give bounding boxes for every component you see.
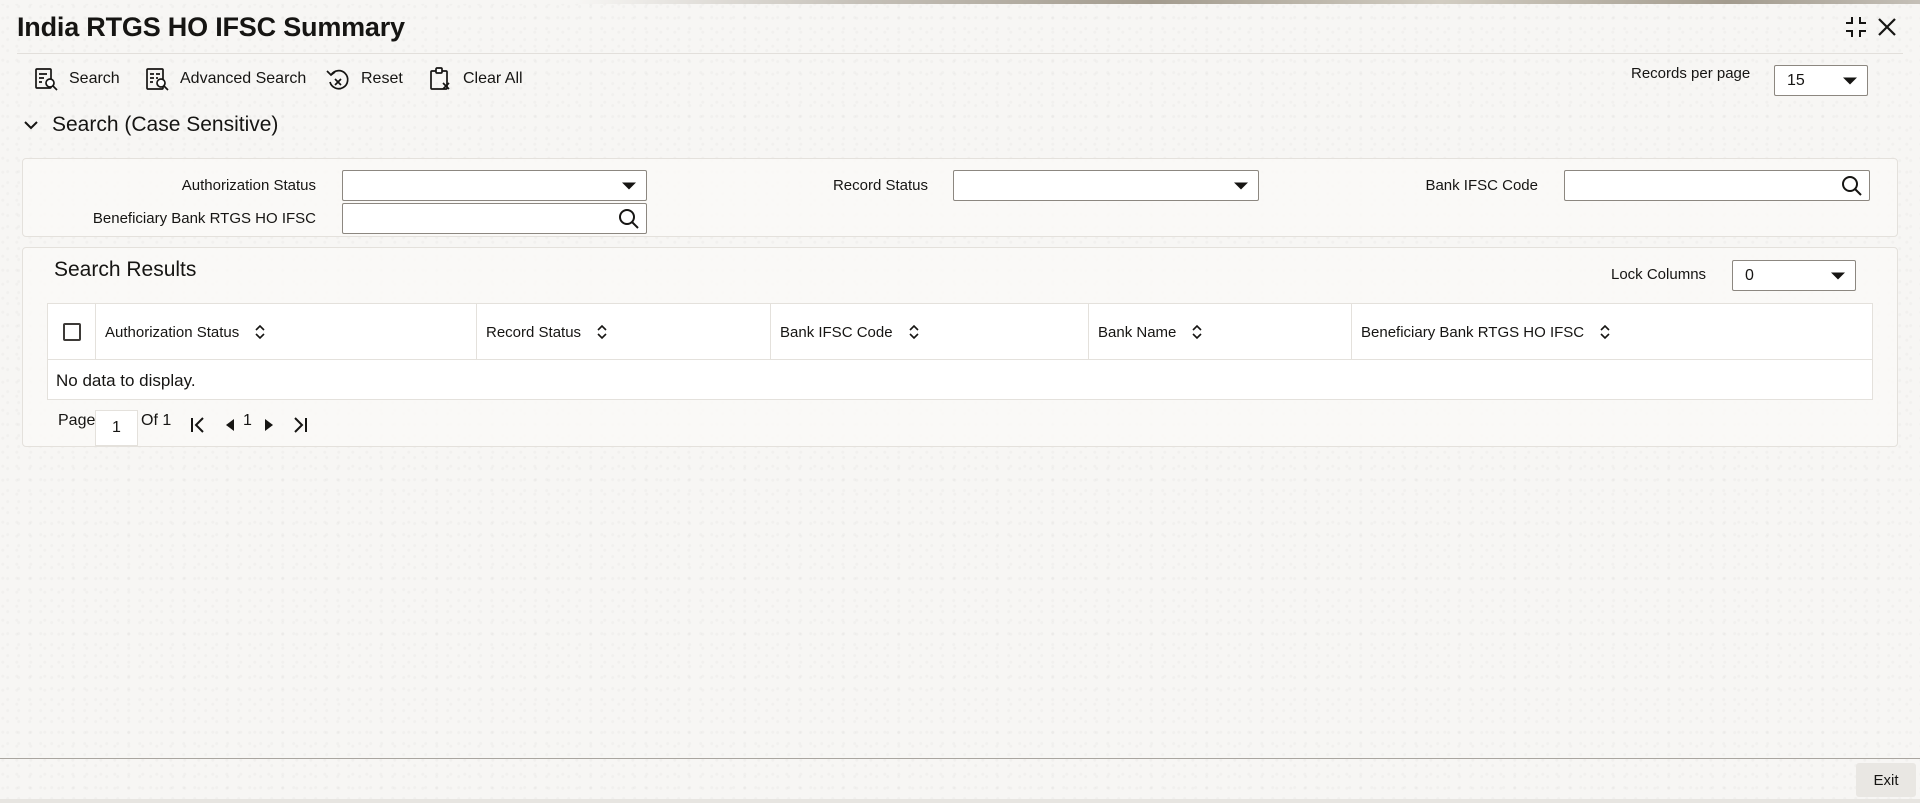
sort-icon[interactable] [907, 323, 921, 341]
search-section-title: Search (Case Sensitive) [52, 113, 279, 136]
footer-divider [0, 758, 1920, 759]
authorization-status-select[interactable] [342, 170, 647, 201]
header-decoration-strip [0, 0, 1920, 4]
column-header-record-status[interactable]: Record Status [476, 304, 770, 360]
page-label: Page [58, 412, 96, 429]
reset-button-label: Reset [361, 70, 403, 87]
sort-icon[interactable] [1598, 323, 1612, 341]
search-form-icon [33, 66, 59, 92]
title-divider [17, 53, 1903, 54]
column-header-bank-ifsc-code[interactable]: Bank IFSC Code [770, 304, 1088, 360]
page-title: India RTGS HO IFSC Summary [17, 12, 405, 42]
current-page-indicator: 1 [243, 412, 252, 429]
page-number-input[interactable]: 1 [95, 410, 138, 446]
column-header-bank-name[interactable]: Bank Name [1088, 304, 1351, 360]
beneficiary-bank-label: Beneficiary Bank RTGS HO IFSC [92, 210, 316, 227]
lock-columns-select[interactable]: 0 [1732, 260, 1856, 291]
chevron-down-icon [24, 121, 38, 130]
footer-strip [0, 799, 1920, 803]
clear-all-icon [427, 66, 453, 92]
bank-ifsc-code-label: Bank IFSC Code [1425, 177, 1538, 194]
column-label: Record Status [486, 323, 582, 341]
records-per-page-select[interactable]: 15 [1774, 65, 1868, 96]
authorization-status-label: Authorization Status [181, 177, 316, 194]
search-button-label: Search [69, 70, 120, 87]
column-label: Bank IFSC Code [780, 323, 893, 341]
records-per-page-value: 15 [1787, 71, 1805, 89]
column-label: Authorization Status [105, 323, 240, 341]
page-count-label: Of 1 [141, 412, 172, 429]
sort-icon[interactable] [1190, 323, 1204, 341]
records-per-page-label: Records per page [1631, 65, 1751, 82]
advanced-search-icon [144, 66, 170, 92]
record-status-label: Record Status [832, 177, 928, 194]
search-results-title: Search Results [54, 258, 197, 281]
close-icon[interactable] [1874, 14, 1900, 40]
first-page-icon[interactable] [187, 414, 209, 436]
search-icon[interactable] [617, 207, 641, 231]
record-status-select[interactable] [953, 170, 1259, 201]
column-header-beneficiary-bank[interactable]: Beneficiary Bank RTGS HO IFSC [1351, 304, 1872, 360]
sort-icon[interactable] [253, 323, 267, 341]
column-label: Beneficiary Bank RTGS HO IFSC [1361, 323, 1585, 341]
search-button[interactable]: Search [33, 64, 120, 94]
advanced-search-button[interactable]: Advanced Search [144, 64, 306, 94]
sort-icon[interactable] [595, 323, 609, 341]
lock-columns-value: 0 [1745, 266, 1754, 284]
bank-ifsc-code-field[interactable] [1564, 170, 1870, 201]
clear-all-button[interactable]: Clear All [427, 64, 523, 94]
next-page-icon[interactable] [258, 414, 280, 436]
beneficiary-bank-field[interactable] [342, 203, 647, 234]
last-page-icon[interactable] [289, 414, 311, 436]
lock-columns-label: Lock Columns [1611, 266, 1707, 283]
clear-all-button-label: Clear All [463, 70, 523, 87]
column-header-authorization-status[interactable]: Authorization Status [95, 304, 476, 360]
advanced-search-button-label: Advanced Search [180, 70, 307, 87]
previous-page-icon[interactable] [219, 414, 241, 436]
table-header: Authorization Status Record Status Bank … [48, 304, 1872, 360]
results-table: Authorization Status Record Status Bank … [47, 303, 1873, 400]
search-icon[interactable] [1840, 174, 1864, 198]
reset-icon [325, 66, 351, 92]
minimize-window-icon[interactable] [1843, 14, 1869, 40]
chevron-down-icon [622, 182, 636, 189]
chevron-down-icon [1831, 272, 1845, 279]
column-label: Bank Name [1098, 323, 1177, 341]
search-section-toggle[interactable]: Search (Case Sensitive) [22, 113, 278, 137]
exit-button[interactable]: Exit [1856, 763, 1916, 797]
page-number-value: 1 [112, 419, 121, 436]
chevron-down-icon [1234, 182, 1248, 189]
empty-table-message: No data to display. [56, 371, 196, 390]
reset-button[interactable]: Reset [325, 64, 403, 94]
exit-button-label: Exit [1873, 771, 1899, 789]
select-all-checkbox[interactable] [63, 323, 81, 341]
chevron-down-icon [1843, 77, 1857, 84]
